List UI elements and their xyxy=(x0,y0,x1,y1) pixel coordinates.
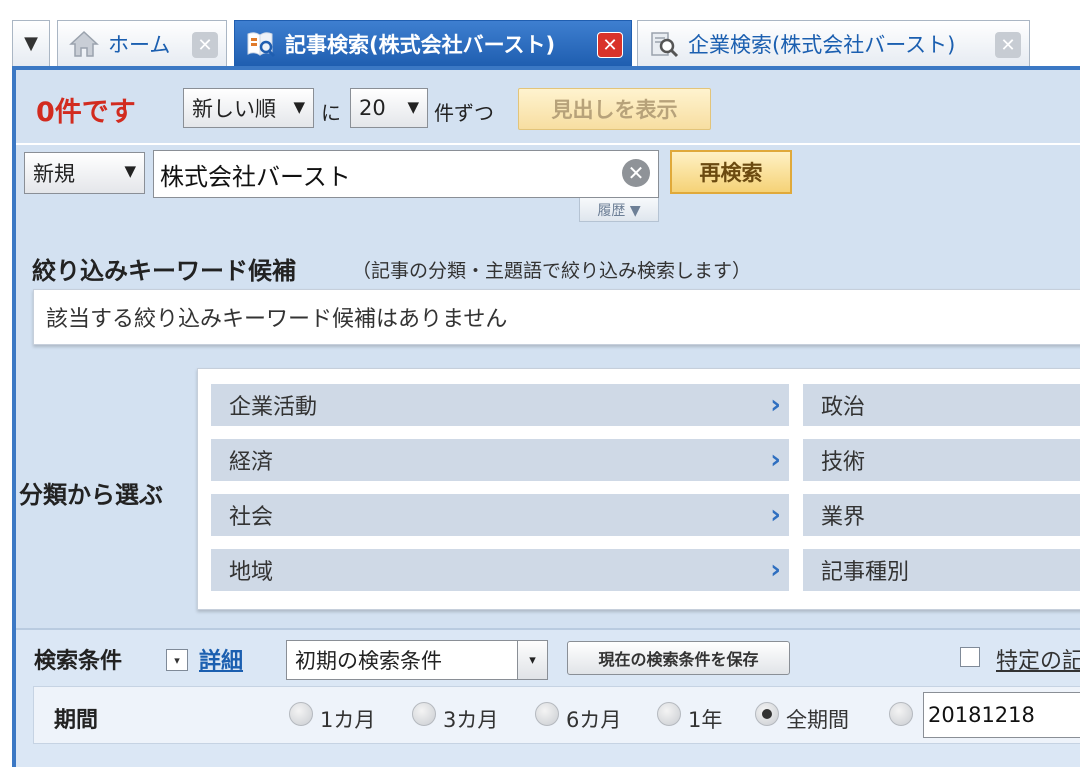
refine-keywords-title: 絞り込みキーワード候補 xyxy=(32,257,296,285)
home-icon xyxy=(68,28,100,60)
per-page-suffix-text: 件ずつ xyxy=(434,101,494,125)
period-label: 期間 xyxy=(54,708,99,733)
search-mode-value: 新規 xyxy=(33,162,75,186)
tab-article-search-label: 記事検索(株式会社バースト) xyxy=(285,32,556,57)
tab-home-label: ホーム xyxy=(108,32,171,57)
category-section-label: 分類から選ぶ xyxy=(19,481,163,509)
period-option-label: 6カ月 xyxy=(566,708,622,732)
refine-keywords-box: 該当する絞り込みキーワード候補はありません xyxy=(33,289,1080,345)
sort-connector-text: に xyxy=(321,101,341,125)
condition-preset-value: 初期の検索条件 xyxy=(295,649,442,673)
refine-empty-message: 該当する絞り込みキーワード候補はありません xyxy=(46,307,508,332)
period-radio-1year[interactable] xyxy=(657,702,681,726)
detail-link[interactable]: 詳細 xyxy=(199,643,243,675)
close-icon[interactable]: ✕ xyxy=(597,32,623,58)
search-mode-select[interactable]: 新規 ▼ xyxy=(24,152,145,194)
history-button[interactable]: 履歴 ▼ xyxy=(579,198,659,222)
tab-home[interactable]: ホーム ✕ xyxy=(57,20,227,66)
category-item-chiiki[interactable]: 地域 › xyxy=(211,549,789,591)
sort-order-select[interactable]: 新しい順 ▼ xyxy=(183,88,314,128)
period-radio-1month[interactable] xyxy=(289,702,313,726)
period-radio-6months[interactable] xyxy=(535,702,559,726)
clear-icon[interactable]: ✕ xyxy=(622,159,650,187)
chevron-right-icon: › xyxy=(770,445,781,475)
category-label: 経済 xyxy=(229,450,274,475)
search-input[interactable] xyxy=(156,151,616,197)
result-count: 0件です xyxy=(36,97,136,128)
divider xyxy=(16,143,1080,145)
category-label: 企業活動 xyxy=(229,395,318,420)
period-option-label: 全期間 xyxy=(786,708,849,732)
save-conditions-button[interactable]: 現在の検索条件を保存 xyxy=(567,641,790,675)
period-radio-all[interactable] xyxy=(755,702,779,726)
search-conditions-title: 検索条件 xyxy=(34,649,123,674)
period-option-label: 1年 xyxy=(688,708,723,732)
chevron-right-icon: › xyxy=(770,390,781,420)
show-headlines-button[interactable]: 見出しを表示 xyxy=(518,88,711,130)
chevron-right-icon: › xyxy=(770,500,781,530)
per-page-value: 20 xyxy=(359,96,386,120)
close-icon[interactable]: ✕ xyxy=(995,32,1021,58)
specific-checkbox-label[interactable]: 特定の記 xyxy=(996,643,1080,675)
tab-article-search[interactable]: 記事検索(株式会社バースト) ✕ xyxy=(234,20,632,66)
dropdown-arrow-icon: ▼ xyxy=(24,33,38,54)
period-radio-3months[interactable] xyxy=(412,702,436,726)
sort-order-value: 新しい順 xyxy=(192,97,276,121)
category-label: 政治 xyxy=(821,395,866,420)
search-box: ✕ xyxy=(153,150,659,198)
refine-keywords-description: （記事の分類・主題語で絞り込み検索します） xyxy=(352,260,752,282)
category-label: 社会 xyxy=(229,505,274,530)
category-item-keizai[interactable]: 経済 › xyxy=(211,439,789,481)
article-search-panel: 0件です 新しい順 ▼ に 20 ▼ 件ずつ 見出しを表示 新規 ▼ ✕ 再検索… xyxy=(12,66,1080,767)
date-from-input[interactable]: 20181218 xyxy=(923,692,1080,738)
specific-checkbox[interactable] xyxy=(960,647,980,667)
chevron-right-icon: › xyxy=(770,555,781,585)
tab-bar: ▼ ホーム ✕ 記事検索(株式会社バースト) ✕ 企業検索(株式会社バースト) … xyxy=(0,0,1080,66)
condition-preset-select[interactable]: 初期の検索条件 ▾ xyxy=(286,640,548,680)
period-option-label: 3カ月 xyxy=(443,708,499,732)
tab-list-menu-button[interactable]: ▼ xyxy=(12,20,50,66)
dropdown-arrow-icon: ▼ xyxy=(124,162,136,180)
research-button[interactable]: 再検索 xyxy=(670,150,792,194)
company-search-icon xyxy=(648,28,680,60)
dropdown-arrow-icon: ▼ xyxy=(407,98,419,116)
category-item-kigyou-katsudou[interactable]: 企業活動 › xyxy=(211,384,789,426)
category-item-shakai[interactable]: 社会 › xyxy=(211,494,789,536)
category-item-seiji[interactable]: 政治 xyxy=(803,384,1080,426)
category-item-kiji-shubetsu[interactable]: 記事種別 xyxy=(803,549,1080,591)
period-option-label: 1カ月 xyxy=(320,708,376,732)
period-radio-custom[interactable] xyxy=(889,702,913,726)
dropdown-arrow-icon: ▾ xyxy=(517,641,547,679)
category-panel: 企業活動 › 政治 経済 › 技術 社会 › 業界 地域 › 記事種別 xyxy=(197,368,1080,610)
category-label: 記事種別 xyxy=(821,560,910,585)
category-item-gyoukai[interactable]: 業界 xyxy=(803,494,1080,536)
article-search-icon xyxy=(245,28,277,60)
close-icon[interactable]: ✕ xyxy=(192,32,218,58)
tab-company-search[interactable]: 企業検索(株式会社バースト) ✕ xyxy=(637,20,1030,66)
category-label: 技術 xyxy=(821,450,866,475)
tab-company-search-label: 企業検索(株式会社バースト) xyxy=(688,32,956,57)
detail-toggle-icon[interactable]: ▾ xyxy=(166,649,188,671)
category-label: 業界 xyxy=(821,505,866,530)
category-item-gijutsu[interactable]: 技術 xyxy=(803,439,1080,481)
category-label: 地域 xyxy=(229,560,274,585)
dropdown-arrow-icon: ▼ xyxy=(293,98,305,116)
per-page-select[interactable]: 20 ▼ xyxy=(350,88,428,128)
